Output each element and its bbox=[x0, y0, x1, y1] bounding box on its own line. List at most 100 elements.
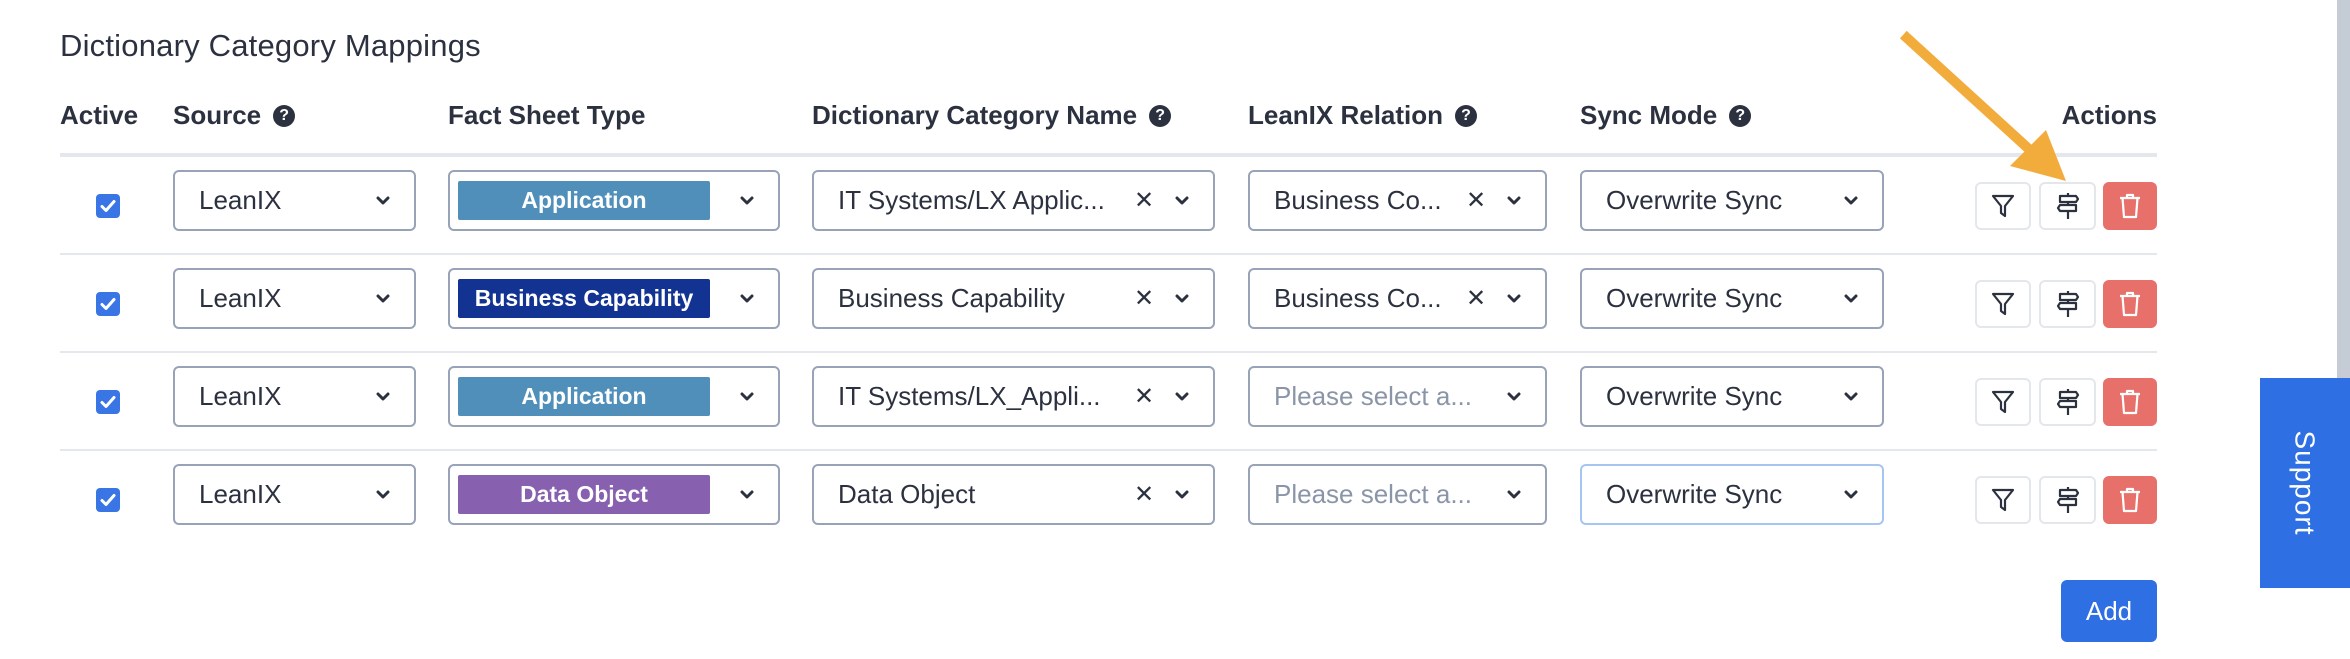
chevron-down-icon bbox=[366, 294, 400, 304]
leanix-relation-select[interactable]: Please select a... bbox=[1248, 464, 1547, 525]
leanix-relation-value: Business Co... bbox=[1274, 283, 1442, 313]
source-select[interactable]: LeanIX bbox=[173, 268, 416, 329]
col-header-fact-sheet-type: Fact Sheet Type bbox=[448, 100, 645, 131]
table-row: LeanIX Data Object Data Object ✕ Please … bbox=[60, 451, 2157, 549]
leanix-relation-select[interactable]: Business Co... ✕ bbox=[1248, 268, 1547, 329]
trash-icon bbox=[2120, 193, 2140, 219]
signpost-button[interactable] bbox=[2039, 182, 2096, 230]
clear-icon[interactable]: ✕ bbox=[1129, 284, 1159, 313]
delete-button[interactable] bbox=[2103, 378, 2157, 426]
chevron-down-icon bbox=[366, 196, 400, 206]
signpost-button[interactable] bbox=[2039, 280, 2096, 328]
filter-icon bbox=[1991, 390, 2015, 414]
col-header-actions-label: Actions bbox=[2061, 100, 2157, 130]
leanix-relation-select[interactable]: Please select a... bbox=[1248, 366, 1547, 427]
dictionary-category-select[interactable]: Business Capability ✕ bbox=[812, 268, 1215, 329]
col-header-fact-sheet-type-label: Fact Sheet Type bbox=[448, 100, 646, 130]
table-row: LeanIX Business Capability Business Capa… bbox=[60, 255, 2157, 353]
signpost-icon bbox=[2056, 193, 2079, 219]
signpost-button[interactable] bbox=[2039, 378, 2096, 426]
sync-mode-value: Overwrite Sync bbox=[1606, 185, 1783, 215]
support-label: Support bbox=[2290, 430, 2322, 536]
filter-button[interactable] bbox=[1975, 476, 2031, 524]
sync-mode-select[interactable]: Overwrite Sync bbox=[1580, 268, 1884, 329]
table-row: LeanIX Application IT Systems/LX Applic.… bbox=[60, 157, 2157, 255]
filter-button[interactable] bbox=[1975, 280, 2031, 328]
filter-button[interactable] bbox=[1975, 182, 2031, 230]
chevron-down-icon bbox=[730, 196, 764, 206]
chevron-down-icon bbox=[1497, 294, 1531, 304]
col-header-dictionary-category-name: Dictionary Category Name? bbox=[812, 100, 1172, 131]
sync-mode-value: Overwrite Sync bbox=[1606, 479, 1783, 509]
delete-button[interactable] bbox=[2103, 280, 2157, 328]
clear-icon[interactable]: ✕ bbox=[1461, 186, 1491, 215]
active-checkbox[interactable] bbox=[96, 292, 120, 316]
col-header-leanix-relation: LeanIX Relation? bbox=[1248, 100, 1478, 131]
clear-icon[interactable]: ✕ bbox=[1129, 186, 1159, 215]
add-mapping-button[interactable]: Add bbox=[2061, 580, 2157, 642]
source-select-value: LeanIX bbox=[199, 479, 282, 509]
page-scrollbar[interactable] bbox=[2337, 0, 2350, 378]
sync-mode-value: Overwrite Sync bbox=[1606, 381, 1783, 411]
active-checkbox[interactable] bbox=[96, 390, 120, 414]
clear-icon[interactable]: ✕ bbox=[1129, 382, 1159, 411]
help-icon[interactable]: ? bbox=[1149, 104, 1172, 127]
clear-icon[interactable]: ✕ bbox=[1129, 480, 1159, 509]
support-tab[interactable]: Support bbox=[2260, 378, 2350, 588]
col-header-source: Source? bbox=[173, 100, 296, 131]
help-icon[interactable]: ? bbox=[1729, 104, 1752, 127]
fact-sheet-type-select[interactable]: Business Capability bbox=[448, 268, 780, 329]
delete-button[interactable] bbox=[2103, 476, 2157, 524]
source-select-value: LeanIX bbox=[199, 185, 282, 215]
sync-mode-select[interactable]: Overwrite Sync bbox=[1580, 464, 1884, 525]
trash-icon bbox=[2120, 389, 2140, 415]
filter-button[interactable] bbox=[1975, 378, 2031, 426]
filter-icon bbox=[1991, 488, 2015, 512]
dictionary-category-select[interactable]: IT Systems/LX Applic... ✕ bbox=[812, 170, 1215, 231]
sync-mode-select[interactable]: Overwrite Sync bbox=[1580, 170, 1884, 231]
source-select[interactable]: LeanIX bbox=[173, 464, 416, 525]
active-checkbox[interactable] bbox=[96, 194, 120, 218]
dictionary-category-value: IT Systems/LX Applic... bbox=[838, 185, 1105, 215]
sync-mode-value: Overwrite Sync bbox=[1606, 283, 1783, 313]
col-header-actions: Actions bbox=[2062, 100, 2157, 131]
col-header-active-label: Active bbox=[60, 100, 139, 130]
chevron-down-icon bbox=[730, 490, 764, 500]
sync-mode-select[interactable]: Overwrite Sync bbox=[1580, 366, 1884, 427]
col-header-dictionary-category-name-label: Dictionary Category Name bbox=[812, 100, 1138, 130]
fact-sheet-type-badge: Application bbox=[458, 377, 710, 416]
trash-icon bbox=[2120, 487, 2140, 513]
chevron-down-icon bbox=[1497, 196, 1531, 206]
leanix-relation-value: Please select a... bbox=[1274, 479, 1472, 509]
signpost-icon bbox=[2056, 389, 2079, 415]
dictionary-category-select[interactable]: Data Object ✕ bbox=[812, 464, 1215, 525]
dictionary-category-select[interactable]: IT Systems/LX_Appli... ✕ bbox=[812, 366, 1215, 427]
filter-icon bbox=[1991, 292, 2015, 316]
help-icon[interactable]: ? bbox=[1455, 104, 1478, 127]
active-checkbox[interactable] bbox=[96, 488, 120, 512]
col-header-leanix-relation-label: LeanIX Relation bbox=[1248, 100, 1444, 130]
source-select[interactable]: LeanIX bbox=[173, 366, 416, 427]
chevron-down-icon bbox=[1165, 196, 1199, 206]
dictionary-category-value: IT Systems/LX_Appli... bbox=[838, 381, 1101, 411]
fact-sheet-type-select[interactable]: Application bbox=[448, 366, 780, 427]
chevron-down-icon bbox=[366, 490, 400, 500]
chevron-down-icon bbox=[1834, 196, 1868, 206]
source-select[interactable]: LeanIX bbox=[173, 170, 416, 231]
signpost-icon bbox=[2056, 487, 2079, 513]
fact-sheet-type-select[interactable]: Application bbox=[448, 170, 780, 231]
section-title: Dictionary Category Mappings bbox=[60, 28, 481, 63]
chevron-down-icon bbox=[366, 392, 400, 402]
clear-icon[interactable]: ✕ bbox=[1461, 284, 1491, 313]
signpost-button[interactable] bbox=[2039, 476, 2096, 524]
leanix-relation-select[interactable]: Business Co... ✕ bbox=[1248, 170, 1547, 231]
chevron-down-icon bbox=[1834, 294, 1868, 304]
fact-sheet-type-badge: Data Object bbox=[458, 475, 710, 514]
delete-button[interactable] bbox=[2103, 182, 2157, 230]
col-header-sync-mode: Sync Mode? bbox=[1580, 100, 1752, 131]
filter-icon bbox=[1991, 194, 2015, 218]
source-select-value: LeanIX bbox=[199, 381, 282, 411]
fact-sheet-type-select[interactable]: Data Object bbox=[448, 464, 780, 525]
table-header: Active Source? Fact Sheet Type Dictionar… bbox=[60, 100, 2157, 136]
help-icon[interactable]: ? bbox=[273, 104, 296, 127]
